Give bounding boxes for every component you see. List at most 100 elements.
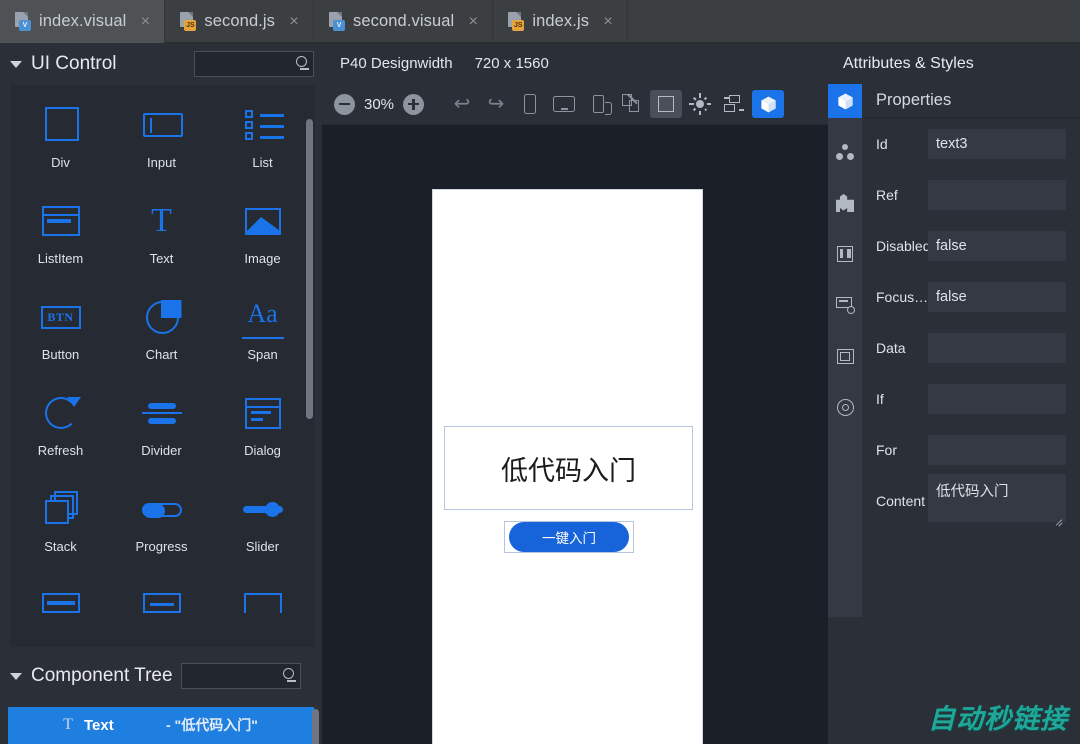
redo-button[interactable]: ↪	[480, 90, 512, 118]
rotate-button[interactable]	[616, 90, 648, 118]
component-palette[interactable]: Div Input List ListItem T Text Image BTN Button C…	[10, 85, 315, 647]
palette-item-chart[interactable]: Chart	[111, 289, 212, 385]
right-panel-body: Properties Id Ref Disabled Focus… Data If For C…	[828, 84, 1080, 744]
close-icon[interactable]: ×	[466, 13, 480, 30]
palette-item-divider[interactable]: Divider	[111, 385, 212, 481]
property-label: Data	[876, 339, 906, 356]
palette-item-image[interactable]: Image	[212, 193, 313, 289]
palette-item-dialog[interactable]: Dialog	[212, 385, 313, 481]
theme-button[interactable]	[684, 90, 716, 118]
tablet-preview-button[interactable]	[548, 90, 580, 118]
properties-tab[interactable]	[828, 84, 862, 118]
frame-square-icon	[658, 96, 675, 112]
property-input-content[interactable]	[928, 474, 1066, 522]
search-icon	[296, 56, 309, 70]
palette-item-label: Divider	[141, 443, 182, 458]
box-tab[interactable]	[828, 339, 862, 373]
canvas-text-element[interactable]: 低代码入门	[444, 426, 693, 510]
property-row-for: For	[862, 424, 1080, 475]
component-tree-search[interactable]	[181, 663, 301, 689]
editor-tab-second-visual[interactable]: Vsecond.visual ×	[314, 0, 494, 43]
zoom-in-button[interactable]	[403, 93, 425, 115]
property-input-if[interactable]	[928, 383, 1066, 414]
dialog-icon	[242, 393, 284, 435]
palette-item-list[interactable]: List	[212, 97, 313, 193]
editor-tab-index-js[interactable]: JS index.js ×	[493, 0, 629, 43]
close-icon[interactable]: ×	[287, 13, 301, 30]
palette-item-text[interactable]: T Text	[111, 193, 212, 289]
chevron-down-icon[interactable]	[10, 60, 22, 68]
settings-tab[interactable]	[828, 390, 862, 424]
text-node-icon: T	[63, 716, 73, 733]
tree-node-text[interactable]: T Text - "低代码入门"	[8, 707, 314, 743]
property-input-focus[interactable]	[928, 281, 1066, 312]
events-tab[interactable]	[828, 135, 862, 169]
palette-item-refresh[interactable]: Refresh	[10, 385, 111, 481]
text-icon: T	[151, 202, 172, 239]
palette-item-label: ListItem	[37, 251, 84, 266]
palette-item-slider[interactable]: Slider	[212, 481, 313, 577]
property-row-ref: Ref	[862, 169, 1080, 220]
palette-item-label: Image	[244, 251, 281, 266]
chevron-down-icon[interactable]	[10, 672, 22, 680]
property-input-id[interactable]	[928, 128, 1066, 159]
cube-icon	[836, 92, 855, 111]
form-tab[interactable]	[828, 288, 862, 322]
editor-tab-index-visual[interactable]: Vindex.visual ×	[0, 0, 166, 43]
palette-item-listitem[interactable]: ListItem	[10, 193, 111, 289]
palette-item-partial-3[interactable]	[212, 577, 313, 647]
property-row-disabled: Disabled	[862, 220, 1080, 271]
palette-item-input[interactable]: Input	[111, 97, 212, 193]
phone-preview-button[interactable]	[514, 90, 546, 118]
right-panel: Attributes & Styles Properties Id text3 …	[828, 43, 1080, 744]
palette-item-label: Button	[41, 347, 80, 362]
ui-control-search[interactable]	[194, 51, 314, 77]
undo-button[interactable]: ↩	[446, 90, 478, 118]
palette-scrollbar[interactable]	[306, 119, 313, 419]
palette-item-span[interactable]: Aa Span	[212, 289, 313, 385]
redo-arrow-icon: ↪	[487, 93, 505, 115]
palette-item-progress[interactable]: Progress	[111, 481, 212, 577]
canvas-viewport[interactable]: 低代码入门 一键入门	[322, 125, 828, 744]
canvas-toolbar: 30% ↩ ↪	[322, 84, 828, 125]
palette-item-stack[interactable]: Stack	[10, 481, 111, 577]
plugins-tab[interactable]	[828, 186, 862, 220]
columns-icon	[837, 246, 853, 262]
resize-grip-icon[interactable]	[1054, 516, 1063, 525]
ui-control-header[interactable]: UI Control	[0, 43, 322, 85]
component-tree-panel: Component Tree TText- "低代码入门"Button- "一键…	[0, 647, 322, 744]
palette-item-label: List	[252, 155, 273, 170]
foldable-preview-button[interactable]	[582, 90, 614, 118]
palette-item-label: Div	[51, 155, 70, 170]
close-icon[interactable]: ×	[138, 13, 152, 30]
palette-item-partial-2[interactable]	[111, 577, 212, 647]
stack-icon	[40, 489, 82, 531]
palette-item-label: Refresh	[37, 443, 84, 458]
palette-item-label: Text	[149, 251, 174, 266]
editor-tab-second-js[interactable]: JS second.js ×	[165, 0, 315, 43]
property-input-ref[interactable]	[928, 179, 1066, 210]
canvas-text-label: 低代码入门	[501, 455, 636, 487]
property-input-for[interactable]	[928, 434, 1066, 465]
sync-button[interactable]	[718, 90, 750, 118]
frame-button[interactable]	[650, 90, 683, 118]
canvas-button-element[interactable]: 一键入门	[504, 521, 634, 553]
property-label: If	[876, 390, 884, 407]
palette-item-partial-1[interactable]	[10, 577, 111, 647]
palette-item-div[interactable]: Div	[10, 97, 111, 193]
zoom-out-button[interactable]	[334, 93, 355, 115]
palette-item-button[interactable]: BTN Button	[10, 289, 111, 385]
property-row-focus: Focus…	[862, 271, 1080, 322]
layout-tab[interactable]	[828, 237, 862, 271]
3d-view-button[interactable]	[752, 90, 785, 118]
device-frame[interactable]: 低代码入门 一键入门	[432, 189, 703, 744]
close-icon[interactable]: ×	[601, 13, 615, 30]
brightness-icon	[693, 93, 707, 115]
component-tree-header[interactable]: Component Tree	[0, 647, 322, 705]
undo-arrow-icon: ↩	[453, 93, 471, 115]
puzzle-icon	[836, 194, 854, 212]
tree-vertical-scrollbar[interactable]	[312, 709, 319, 744]
property-input-data[interactable]	[928, 332, 1066, 363]
property-label: Ref	[876, 186, 898, 203]
property-input-disabled[interactable]	[928, 230, 1066, 261]
